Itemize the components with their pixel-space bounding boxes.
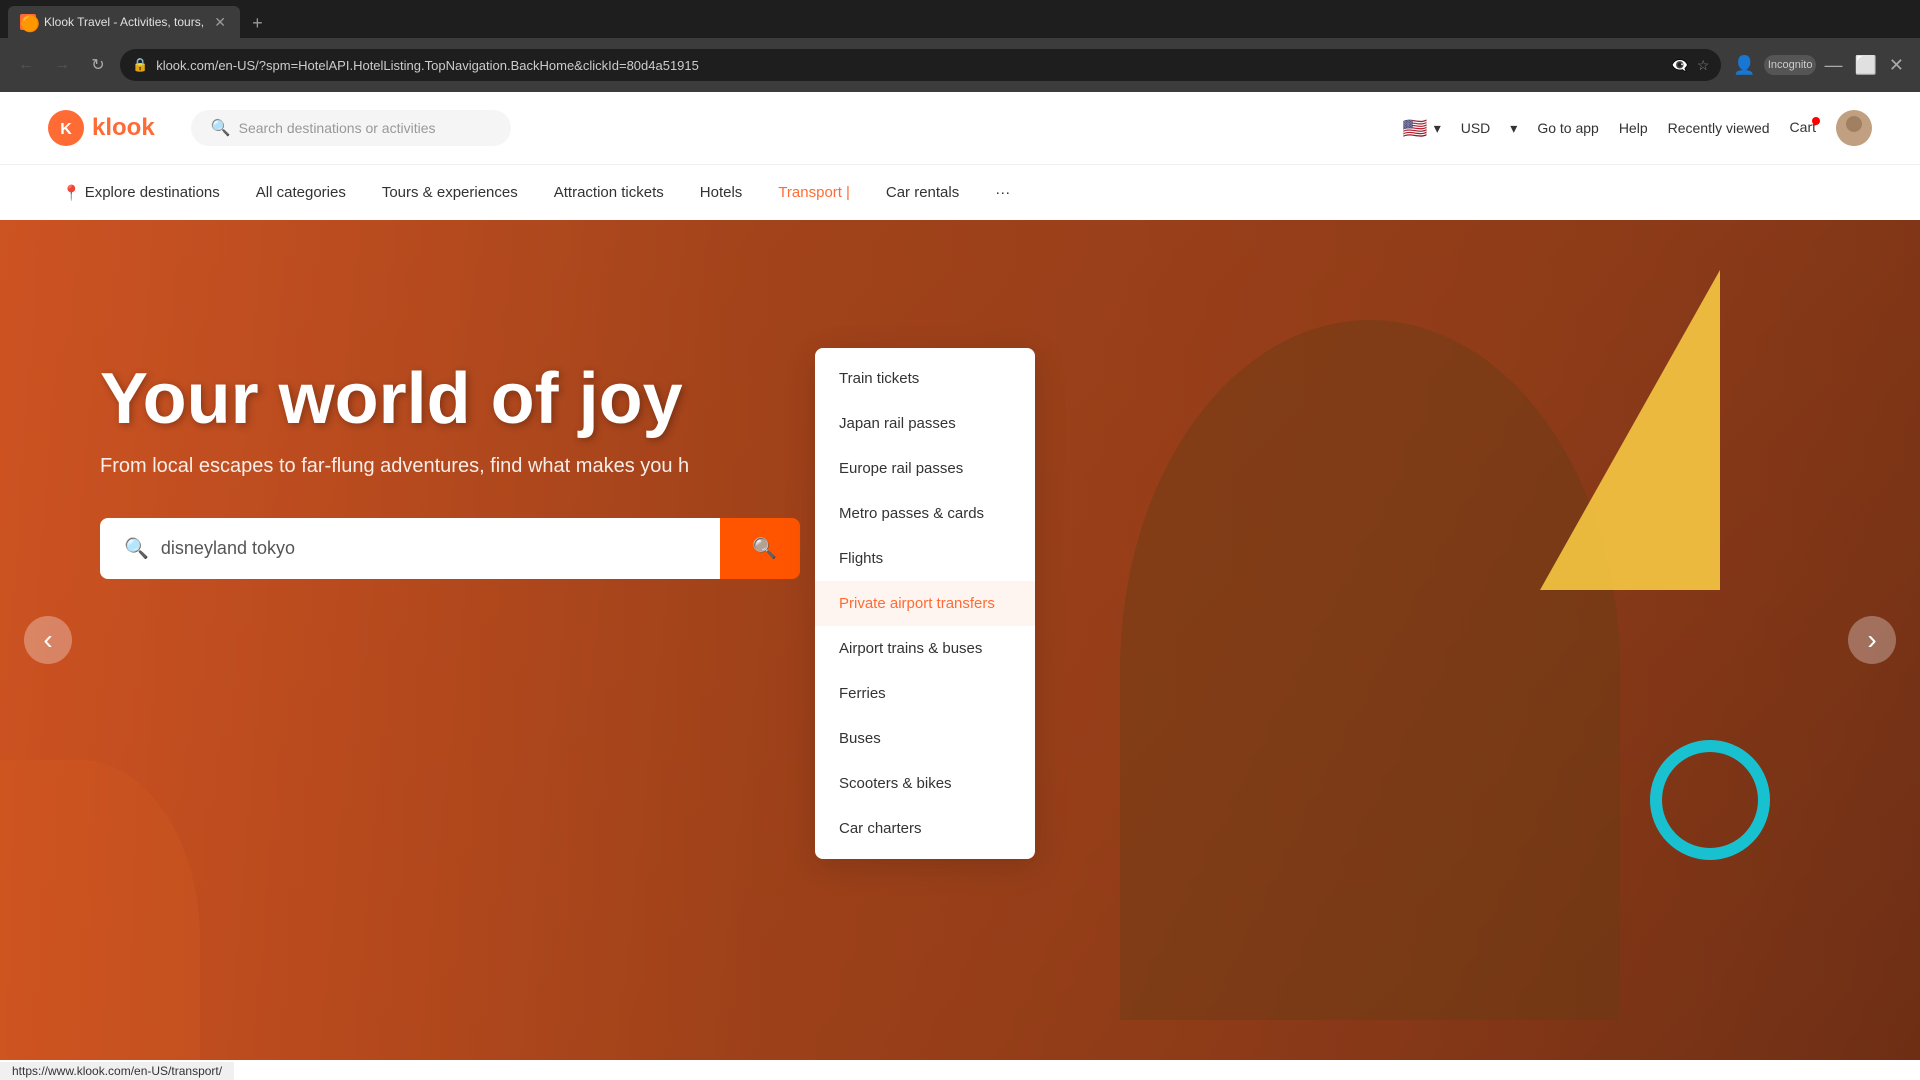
explore-destinations-label: Explore destinations bbox=[85, 184, 220, 201]
transport-dropdown-item[interactable]: Private airport transfers bbox=[815, 581, 1035, 626]
transport-dropdown-item[interactable]: Ferries bbox=[815, 671, 1035, 716]
search-icon: 🔍 bbox=[211, 118, 231, 138]
transport-dropdown-item[interactable]: Airport trains & buses bbox=[815, 626, 1035, 671]
hero-search-button[interactable]: 🔍 bbox=[720, 518, 800, 579]
avatar-image bbox=[1836, 110, 1872, 146]
profile-icon[interactable]: 👤 bbox=[1729, 51, 1759, 80]
search-placeholder: Search destinations or activities bbox=[239, 120, 436, 136]
chevron-right-icon: › bbox=[1867, 624, 1876, 656]
maximize-button[interactable]: ⬜ bbox=[1850, 51, 1880, 80]
transport-nav[interactable]: Transport | bbox=[764, 176, 864, 209]
klook-logo[interactable]: K klook bbox=[48, 110, 155, 146]
help-link[interactable]: Help bbox=[1619, 120, 1648, 136]
incognito-badge: Incognito bbox=[1764, 55, 1817, 75]
transport-dropdown-item[interactable]: Scooters & bikes bbox=[815, 761, 1035, 806]
refresh-button[interactable]: ↻ bbox=[84, 51, 112, 79]
category-navigation: 📍 Explore destinations All categories To… bbox=[0, 164, 1920, 220]
klook-logo-text: klook bbox=[92, 114, 155, 142]
back-button[interactable]: ← bbox=[12, 51, 40, 79]
transport-label: Transport bbox=[778, 184, 842, 201]
cart-notification-dot bbox=[1812, 117, 1820, 125]
hero-search-value: disneyland tokyo bbox=[161, 538, 295, 559]
hotels-nav[interactable]: Hotels bbox=[686, 176, 757, 209]
minimize-button[interactable]: — bbox=[1820, 51, 1846, 80]
tours-experiences-nav[interactable]: Tours & experiences bbox=[368, 176, 532, 209]
car-rentals-nav[interactable]: Car rentals bbox=[872, 176, 973, 209]
klook-logo-icon: K bbox=[48, 110, 84, 146]
tab-close-button[interactable]: ✕ bbox=[212, 14, 228, 31]
currency-arrow[interactable]: ▾ bbox=[1510, 120, 1517, 137]
hero-search-icon: 🔍 bbox=[124, 536, 149, 561]
go-to-app-link[interactable]: Go to app bbox=[1537, 120, 1599, 136]
klook-website: K klook 🔍 Search destinations or activit… bbox=[0, 92, 1920, 1080]
cart-icon[interactable]: Cart bbox=[1790, 119, 1816, 137]
lock-icon: 🔒 bbox=[132, 57, 148, 73]
transport-dropdown-item[interactable]: Metro passes & cards bbox=[815, 491, 1035, 536]
hero-subtitle: From local escapes to far-flung adventur… bbox=[100, 455, 700, 478]
transport-cursor: | bbox=[846, 184, 850, 201]
language-selector[interactable]: 🇺🇸 ▾ bbox=[1403, 116, 1441, 141]
tours-experiences-label: Tours & experiences bbox=[382, 184, 518, 201]
transport-dropdown-item[interactable]: Car charters bbox=[815, 806, 1035, 851]
tab-title: Klook Travel - Activities, tours, bbox=[44, 15, 204, 29]
active-tab[interactable]: 🟠 Klook Travel - Activities, tours, ✕ bbox=[8, 6, 240, 38]
address-bar[interactable]: 🔒 klook.com/en-US/?spm=HotelAPI.HotelLis… bbox=[120, 49, 1721, 81]
eye-slash-icon: 👁‍🗨 bbox=[1671, 57, 1688, 74]
tab-bar: 🟠 Klook Travel - Activities, tours, ✕ + bbox=[0, 0, 1920, 38]
star-icon[interactable]: ☆ bbox=[1697, 57, 1710, 74]
forward-button[interactable]: → bbox=[48, 51, 76, 79]
transport-dropdown-item[interactable]: Flights bbox=[815, 536, 1035, 581]
hero-subtitle-text: From local escapes to far-flung adventur… bbox=[100, 455, 689, 477]
car-rentals-label: Car rentals bbox=[886, 184, 959, 201]
tab-favicon: 🟠 bbox=[20, 14, 36, 30]
all-categories-nav[interactable]: All categories bbox=[242, 176, 360, 209]
attraction-tickets-nav[interactable]: Attraction tickets bbox=[540, 176, 678, 209]
top-navigation: K klook 🔍 Search destinations or activit… bbox=[0, 92, 1920, 164]
transport-dropdown-item[interactable]: Japan rail passes bbox=[815, 401, 1035, 446]
more-icon: ··· bbox=[995, 184, 1010, 201]
search-submit-icon: 🔍 bbox=[752, 538, 777, 560]
new-tab-button[interactable]: + bbox=[244, 13, 271, 34]
attraction-tickets-label: Attraction tickets bbox=[554, 184, 664, 201]
explore-destinations-nav[interactable]: 📍 Explore destinations bbox=[48, 176, 234, 210]
us-flag-icon: 🇺🇸 bbox=[1403, 116, 1428, 141]
transport-dropdown-item[interactable]: Train tickets bbox=[815, 356, 1035, 401]
recently-viewed-link[interactable]: Recently viewed bbox=[1668, 120, 1770, 136]
transport-dropdown-item[interactable]: Europe rail passes bbox=[815, 446, 1035, 491]
all-categories-label: All categories bbox=[256, 184, 346, 201]
url-text: klook.com/en-US/?spm=HotelAPI.HotelListi… bbox=[156, 58, 1663, 73]
currency-selector[interactable]: USD bbox=[1461, 120, 1491, 136]
hero-title: Your world of joy bbox=[100, 360, 800, 439]
user-avatar[interactable] bbox=[1836, 110, 1872, 146]
nav-bar: ← → ↻ 🔒 klook.com/en-US/?spm=HotelAPI.Ho… bbox=[0, 38, 1920, 92]
browser-right-icons: 👤 Incognito — ⬜ ✕ bbox=[1729, 51, 1908, 80]
transport-dropdown: Train ticketsJapan rail passesEurope rai… bbox=[815, 348, 1035, 859]
deco-yellow-triangle bbox=[1540, 270, 1720, 590]
hero-section: Your world of joy From local escapes to … bbox=[0, 220, 1920, 1060]
search-bar[interactable]: 🔍 Search destinations or activities bbox=[191, 110, 511, 146]
close-button[interactable]: ✕ bbox=[1885, 51, 1908, 80]
status-bar: https://www.klook.com/en-US/transport/ bbox=[0, 1062, 234, 1080]
hero-prev-button[interactable]: ‹ bbox=[24, 616, 72, 664]
pin-icon: 📍 bbox=[62, 184, 81, 202]
status-url: https://www.klook.com/en-US/transport/ bbox=[12, 1064, 222, 1078]
transport-dropdown-item[interactable]: Buses bbox=[815, 716, 1035, 761]
chevron-left-icon: ‹ bbox=[43, 624, 52, 656]
hero-search-input[interactable]: 🔍 disneyland tokyo bbox=[100, 518, 720, 579]
hero-next-button[interactable]: › bbox=[1848, 616, 1896, 664]
hotels-label: Hotels bbox=[700, 184, 743, 201]
hero-search-form: 🔍 disneyland tokyo 🔍 bbox=[100, 518, 800, 579]
browser-chrome: 🟠 Klook Travel - Activities, tours, ✕ + … bbox=[0, 0, 1920, 92]
svg-text:K: K bbox=[60, 121, 72, 138]
nav-right: 🇺🇸 ▾ USD ▾ Go to app Help Recently viewe… bbox=[1403, 110, 1872, 146]
flag-dropdown-arrow: ▾ bbox=[1434, 120, 1441, 137]
deco-cyan-ring bbox=[1650, 740, 1770, 860]
more-categories-nav[interactable]: ··· bbox=[981, 176, 1024, 209]
address-bar-icons: 👁‍🗨 ☆ bbox=[1671, 57, 1709, 74]
hero-content: Your world of joy From local escapes to … bbox=[100, 360, 800, 579]
